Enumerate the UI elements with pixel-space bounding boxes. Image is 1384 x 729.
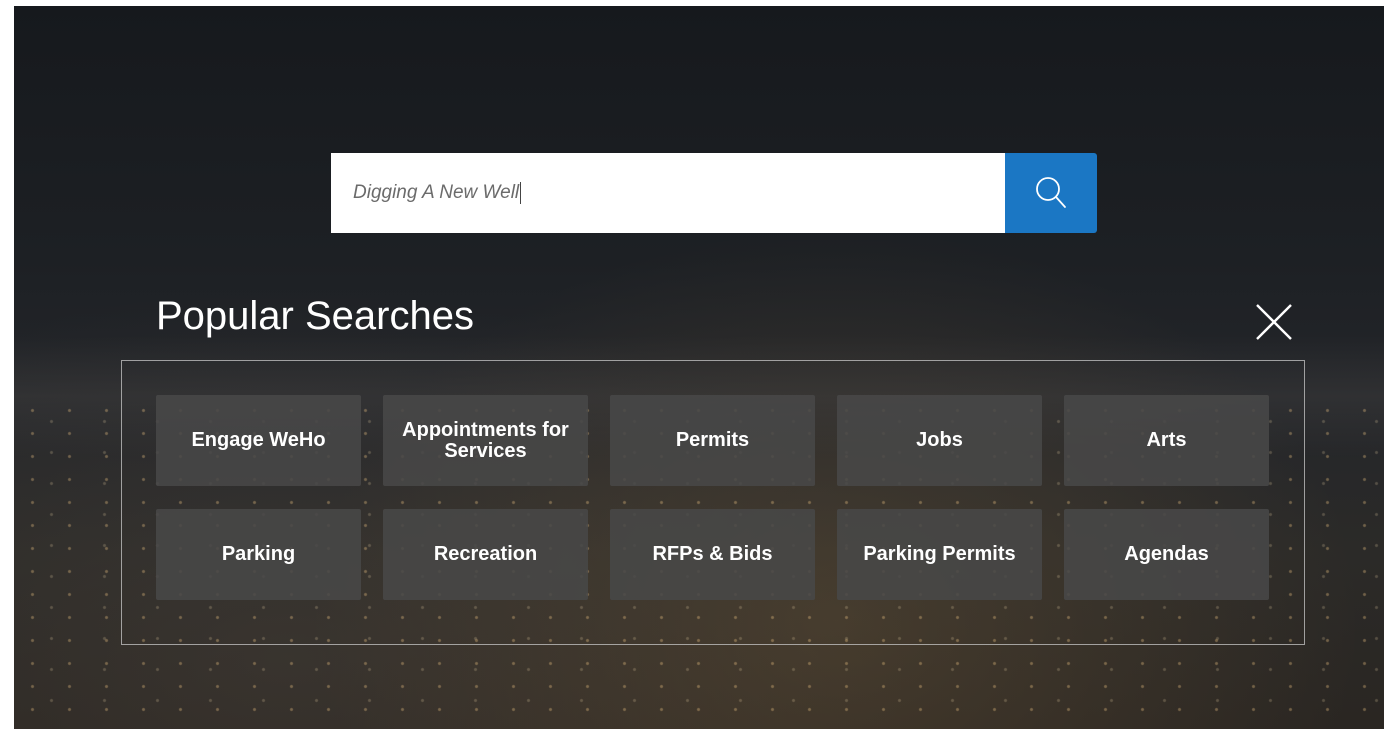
- text-caret: [520, 181, 522, 204]
- search-icon: [1036, 177, 1066, 208]
- close-button[interactable]: [1250, 298, 1298, 346]
- search-button[interactable]: [1005, 153, 1097, 233]
- popular-search-rfps-bids[interactable]: RFPs & Bids: [610, 509, 815, 600]
- popular-search-recreation[interactable]: Recreation: [383, 509, 588, 600]
- close-icon: [1256, 304, 1292, 340]
- popular-search-agendas[interactable]: Agendas: [1064, 509, 1269, 600]
- popular-search-parking-permits[interactable]: Parking Permits: [837, 509, 1042, 600]
- search-input[interactable]: Digging A New Well: [331, 153, 1005, 233]
- popular-searches-title: Popular Searches: [156, 294, 474, 338]
- popular-search-engage-weho[interactable]: Engage WeHo: [156, 395, 361, 486]
- search-overlay: Digging A New Well Popular Searches Enga…: [14, 6, 1384, 729]
- search-bar: Digging A New Well: [331, 153, 1097, 233]
- popular-search-jobs[interactable]: Jobs: [837, 395, 1042, 486]
- popular-search-permits[interactable]: Permits: [610, 395, 815, 486]
- popular-search-arts[interactable]: Arts: [1064, 395, 1269, 486]
- search-input-value: Digging A New Well: [353, 182, 520, 203]
- popular-searches-grid: Engage WeHo Appointments for Services Pe…: [156, 395, 1269, 600]
- popular-search-parking[interactable]: Parking: [156, 509, 361, 600]
- popular-search-appointments[interactable]: Appointments for Services: [383, 395, 588, 486]
- popular-searches-panel: Engage WeHo Appointments for Services Pe…: [121, 360, 1305, 645]
